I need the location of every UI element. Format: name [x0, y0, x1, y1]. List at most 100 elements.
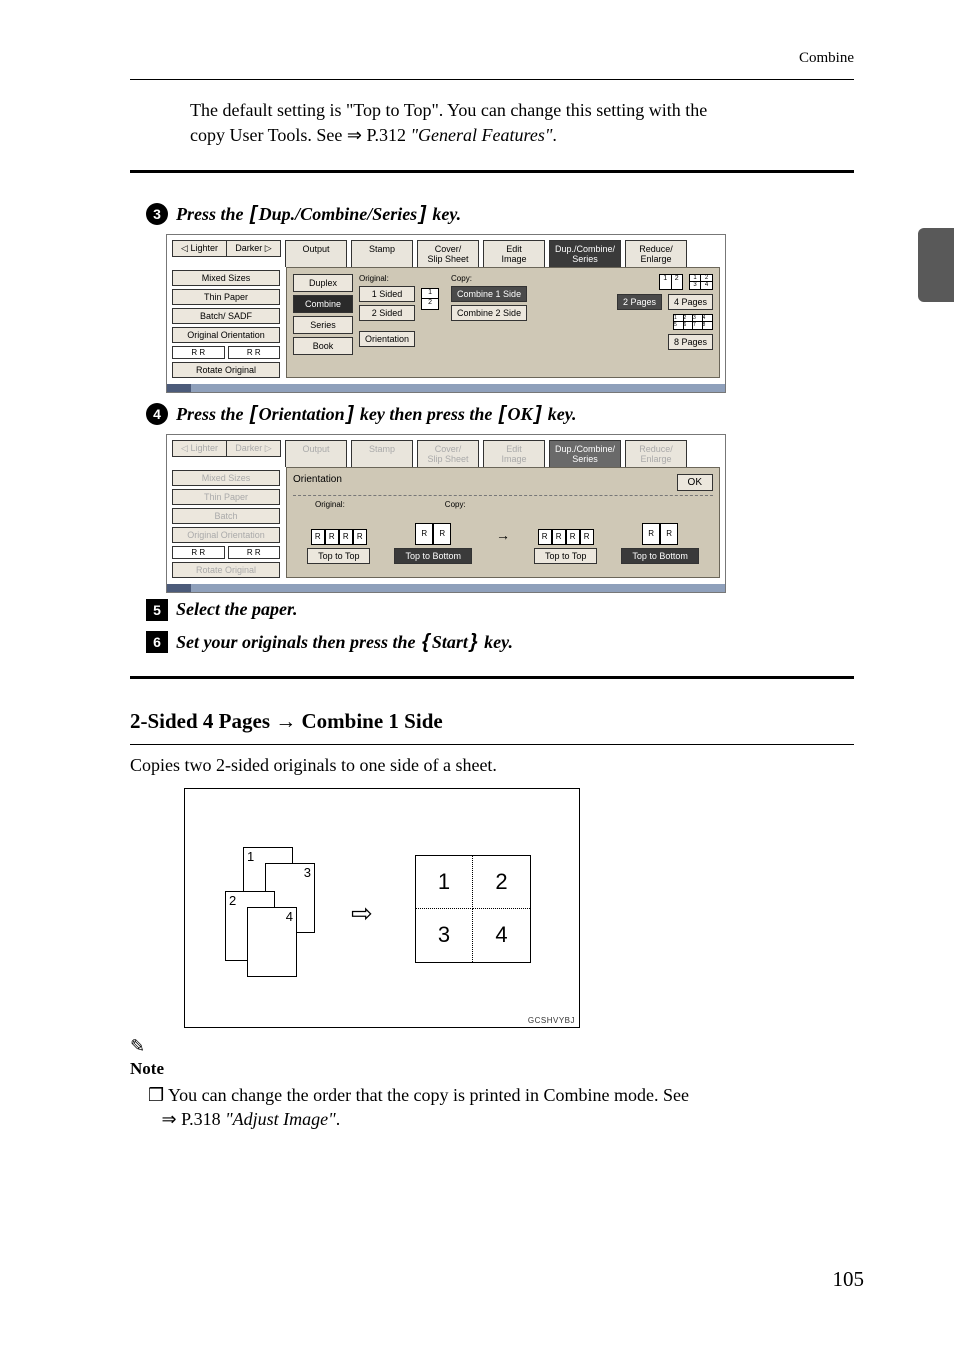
orig-ttb[interactable]: Top to Bottom — [394, 548, 472, 564]
combine-1-side[interactable]: Combine 1 Side — [451, 286, 527, 302]
s4-suffix: key. — [548, 404, 577, 424]
s4-bracket2: OK — [508, 404, 533, 424]
page-tab-marker — [918, 228, 954, 302]
pages-8[interactable]: 8 Pages — [668, 334, 713, 350]
book-button[interactable]: Book — [293, 337, 353, 355]
note-arrow: ⇒ — [162, 1109, 177, 1129]
s6-suffix: key. — [480, 632, 513, 652]
orig-orient-2[interactable]: Original Orientation — [172, 527, 280, 543]
lighter-button-2[interactable]: ◁ Lighter — [172, 440, 227, 457]
section-title: 2-Sided 4 Pages → Combine 1 Side — [130, 709, 854, 734]
bracket-close: ] — [417, 203, 428, 225]
rotate-original-2[interactable]: Rotate Original — [172, 562, 280, 578]
note-ital: "Adjust Image" — [225, 1109, 336, 1129]
tab-dup-2[interactable]: Dup./Combine/ Series — [549, 440, 621, 467]
s3-prefix: Press the — [176, 204, 248, 224]
step-4-label: Press the [Orientation] key then press t… — [176, 403, 577, 426]
lighter-button[interactable]: ◁ Lighter — [172, 240, 227, 257]
intro-arrow: ⇒ — [347, 125, 367, 145]
copy-ttb[interactable]: Top to Bottom — [621, 548, 699, 564]
lighter-label: Lighter — [190, 243, 218, 253]
s4-bracket1: Orientation — [259, 404, 345, 424]
grid-4: 4 — [473, 909, 530, 962]
tab-editimage-2[interactable]: Edit Image — [483, 440, 545, 467]
page-number: 105 — [833, 1267, 865, 1292]
mi2b[interactable]: R R — [228, 546, 281, 559]
divider-heavy — [130, 170, 854, 173]
sheet-2: 2 — [229, 893, 236, 908]
tab-cover-2[interactable]: Cover/ Slip Sheet — [417, 440, 479, 467]
tab-reduce[interactable]: Reduce/ Enlarge — [625, 240, 687, 267]
thin-paper-2[interactable]: Thin Paper — [172, 489, 280, 505]
bracket-open-4b: [ — [497, 403, 508, 425]
page-body: Combine The default setting is "Top to T… — [0, 0, 954, 1178]
tab-cover[interactable]: Cover/ Slip Sheet — [417, 240, 479, 267]
series-button[interactable]: Series — [293, 316, 353, 334]
duplex-button[interactable]: Duplex — [293, 274, 353, 292]
grid-3: 3 — [416, 909, 473, 962]
shot1-footer — [167, 384, 725, 392]
rotate-original[interactable]: Rotate Original — [172, 362, 280, 378]
orient-icons-2: R R R R — [172, 546, 280, 559]
mi2[interactable]: R R — [228, 346, 281, 359]
intro-link: P.312 — [366, 125, 410, 145]
bracket-open: [ — [248, 203, 259, 225]
tab-output[interactable]: Output — [285, 240, 347, 267]
divider-heavy-2 — [130, 676, 854, 679]
orientation-title: Orientation — [293, 474, 342, 491]
orient-icons: R R R R — [172, 346, 280, 359]
step-5-icon: 5 — [146, 599, 168, 621]
tab-output-2[interactable]: Output — [285, 440, 347, 467]
s3-bracket-text: Dup./Combine/Series — [259, 204, 418, 224]
orig-ttt[interactable]: Top to Top — [307, 548, 370, 564]
copy-label: Copy: — [451, 274, 527, 283]
darker-button-2[interactable]: Darker ▷ — [227, 440, 281, 457]
tab-dup-combine[interactable]: Dup./Combine/ Series — [549, 240, 621, 267]
combine-2-side[interactable]: Combine 2 Side — [451, 305, 527, 321]
right-panel-1: Duplex Combine Series Book Original: 1 S… — [286, 267, 720, 378]
divider-thin — [130, 744, 854, 745]
mi1[interactable]: R R — [172, 346, 225, 359]
right-panel-2: Orientation OK Original: Copy: RRRR Top … — [286, 467, 720, 578]
step-5: 5 Select the paper. — [146, 599, 854, 621]
bracket-open-6: { — [420, 631, 432, 653]
tab-stamp[interactable]: Stamp — [351, 240, 413, 267]
pages-4[interactable]: 4 Pages — [668, 294, 713, 310]
original-label: Original: — [359, 274, 415, 283]
darker-button[interactable]: Darker ▷ — [227, 240, 281, 257]
note-label: Note — [130, 1059, 854, 1079]
orientation-button[interactable]: Orientation — [359, 331, 415, 347]
page-header: Combine — [130, 50, 854, 80]
step-6-icon: 6 — [146, 631, 168, 653]
grid-2: 2 — [473, 856, 530, 909]
pencil-icon: ✎ — [130, 1036, 854, 1057]
tab-reduce-2[interactable]: Reduce/ Enlarge — [625, 440, 687, 467]
copy-ttt[interactable]: Top to Top — [534, 548, 597, 564]
diagram-code: GCSHVYBJ — [528, 1016, 575, 1025]
step-5-text: Select the paper. — [176, 599, 297, 620]
darker-label-2: Darker — [235, 443, 262, 453]
tab-stamp-2[interactable]: Stamp — [351, 440, 413, 467]
shot2-footer — [167, 584, 725, 592]
step-3: 3 Press the [Dup./Combine/Series] key. — [146, 203, 854, 226]
result-grid: 1 2 3 4 — [415, 855, 531, 963]
pages-2[interactable]: 2 Pages — [617, 294, 662, 310]
mi1b[interactable]: R R — [172, 546, 225, 559]
screenshot-2: ◁ Lighter Darker ▷ Output Stamp Cover/ S… — [166, 434, 726, 593]
thin-paper[interactable]: Thin Paper — [172, 289, 280, 305]
batch-2[interactable]: Batch — [172, 508, 280, 524]
orig-orient[interactable]: Original Orientation — [172, 327, 280, 343]
bracket-open-4a: [ — [248, 403, 259, 425]
two-sided[interactable]: 2 Sided — [359, 305, 415, 321]
combine-button[interactable]: Combine — [293, 295, 353, 313]
ok-button[interactable]: OK — [677, 474, 713, 491]
mixed-sizes-2[interactable]: Mixed Sizes — [172, 470, 280, 486]
orig-label-2: Original: — [315, 500, 345, 509]
tab-editimage[interactable]: Edit Image — [483, 240, 545, 267]
mixed-sizes[interactable]: Mixed Sizes — [172, 270, 280, 286]
sheet-1: 1 — [247, 849, 254, 864]
sheet-4: 4 — [286, 909, 293, 924]
batch-sadf[interactable]: Batch/ SADF — [172, 308, 280, 324]
one-sided[interactable]: 1 Sided — [359, 286, 415, 302]
note-text: ❒ You can change the order that the copy… — [148, 1083, 854, 1133]
